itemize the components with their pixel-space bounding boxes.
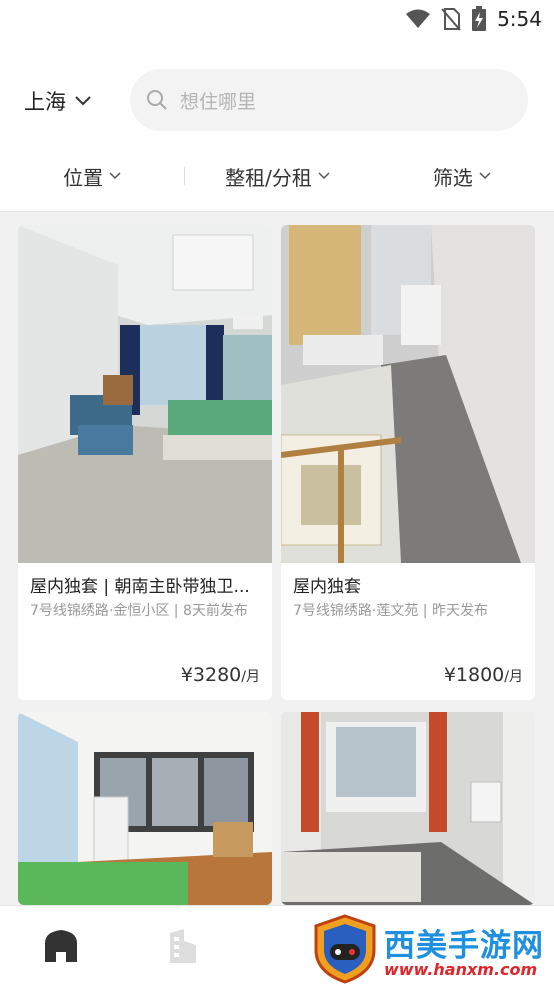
listing-card[interactable] (281, 712, 535, 905)
filter-rent-type-label: 整租/分租 (225, 165, 312, 190)
listing-card[interactable] (18, 712, 272, 905)
price-unit: /月 (504, 669, 523, 685)
listing-card[interactable]: 屋内独套 7号线锦绣路·莲文苑 | 昨天发布 ¥1800/月 (281, 225, 535, 700)
price-value: ¥1800 (443, 664, 505, 686)
listing-photo (18, 225, 272, 563)
status-time: 5:54 (497, 7, 542, 31)
listing-photo (18, 712, 272, 905)
listing-info: 屋内独套 7号线锦绣路·莲文苑 | 昨天发布 ¥1800/月 (281, 563, 535, 700)
status-bar: 5:54 (0, 0, 554, 40)
watermark: 西美手游网 www.hanxm.com (310, 912, 554, 984)
building-icon (170, 928, 196, 963)
nav-home[interactable] (0, 906, 122, 984)
filter-bar: 位置 整租/分租 筛选 (0, 152, 554, 200)
watermark-brand: 西美手游网 (384, 928, 544, 964)
chevron-down-icon (479, 172, 491, 180)
status-icons: 5:54 (405, 6, 542, 32)
listing-title: 屋内独套 (293, 577, 361, 597)
city-selector[interactable]: 上海 (24, 86, 92, 116)
filter-location[interactable]: 位置 (0, 162, 184, 191)
listing-card[interactable]: 屋内独套 | 朝南主卧带独卫... 7号线锦绣路·金恒小区 | 8天前发布 ¥3… (18, 225, 272, 700)
watermark-url: www.hanxm.com (384, 960, 538, 979)
city-label: 上海 (24, 90, 66, 114)
search-placeholder: 想住哪里 (180, 90, 257, 113)
chevron-down-icon (318, 172, 330, 180)
filter-location-label: 位置 (63, 165, 104, 190)
nav-building[interactable] (122, 906, 244, 984)
listing-photo (281, 712, 535, 905)
header: 上海 想住哪里 位置 整租/分租 筛选 (0, 40, 554, 212)
header-divider (0, 211, 554, 212)
app-screen: 5:54 上海 想住哪里 位置 整租/分租 筛选 屋内独套 | 朝南主卧带独卫.… (0, 0, 554, 984)
price-value: ¥3280 (180, 664, 242, 686)
listing-info: 屋内独套 | 朝南主卧带独卫... 7号线锦绣路·金恒小区 | 8天前发布 ¥3… (18, 563, 272, 700)
listing-price: ¥3280/月 (181, 664, 260, 686)
search-input[interactable]: 想住哪里 (130, 69, 528, 131)
filter-more-label: 筛选 (432, 165, 473, 190)
search-icon (147, 90, 167, 110)
listing-location: 7号线锦绣路·金恒小区 | 8天前发布 (30, 603, 248, 619)
listing-photo (281, 225, 535, 563)
battery-charging-icon (472, 6, 487, 31)
no-sim-icon (441, 8, 461, 31)
wifi-icon (406, 9, 431, 28)
price-unit: /月 (241, 669, 260, 685)
shield-logo-icon (314, 914, 376, 984)
listing-location: 7号线锦绣路·莲文苑 | 昨天发布 (293, 603, 488, 619)
filter-rent-type[interactable]: 整租/分租 (185, 162, 369, 191)
home-icon (45, 929, 77, 962)
chevron-down-icon (75, 96, 91, 106)
chevron-down-icon (109, 172, 121, 180)
listing-price: ¥1800/月 (444, 664, 523, 686)
listing-title: 屋内独套 | 朝南主卧带独卫... (30, 577, 250, 597)
filter-more[interactable]: 筛选 (370, 162, 554, 191)
